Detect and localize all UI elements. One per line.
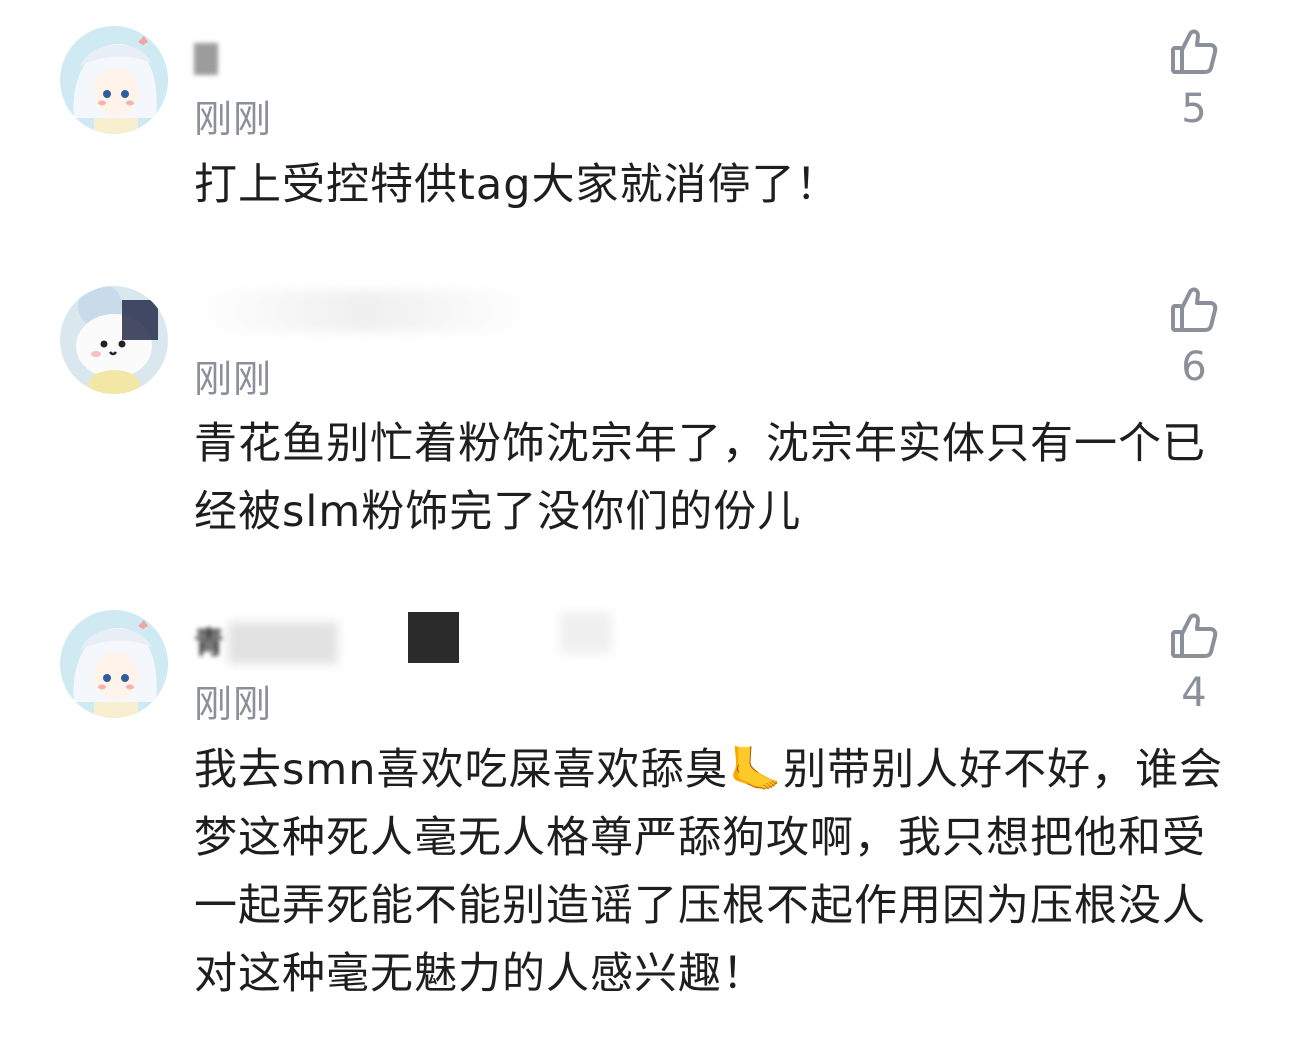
thumbs-up-icon <box>1171 613 1218 658</box>
like-count: 4 <box>1181 670 1207 716</box>
username[interactable]: 青 <box>194 618 224 662</box>
username-blur <box>560 612 612 654</box>
comment-text: 我去smn喜欢吃屎喜欢舔臭🦶别带别人好不好，谁会梦这种死人毫无人格尊严舔狗攻啊，… <box>194 745 1224 999</box>
username-blur <box>228 622 338 664</box>
comment-time: 刚刚 <box>194 682 273 726</box>
censor-box <box>408 612 459 663</box>
like-button[interactable] <box>1168 610 1220 662</box>
comment-item: 青 刚刚 4 我去smn喜欢吃屎喜欢舔臭🦶别带别人好不好，谁会梦这种死人毫无人格… <box>0 0 1290 1049</box>
avatar[interactable] <box>60 610 168 718</box>
